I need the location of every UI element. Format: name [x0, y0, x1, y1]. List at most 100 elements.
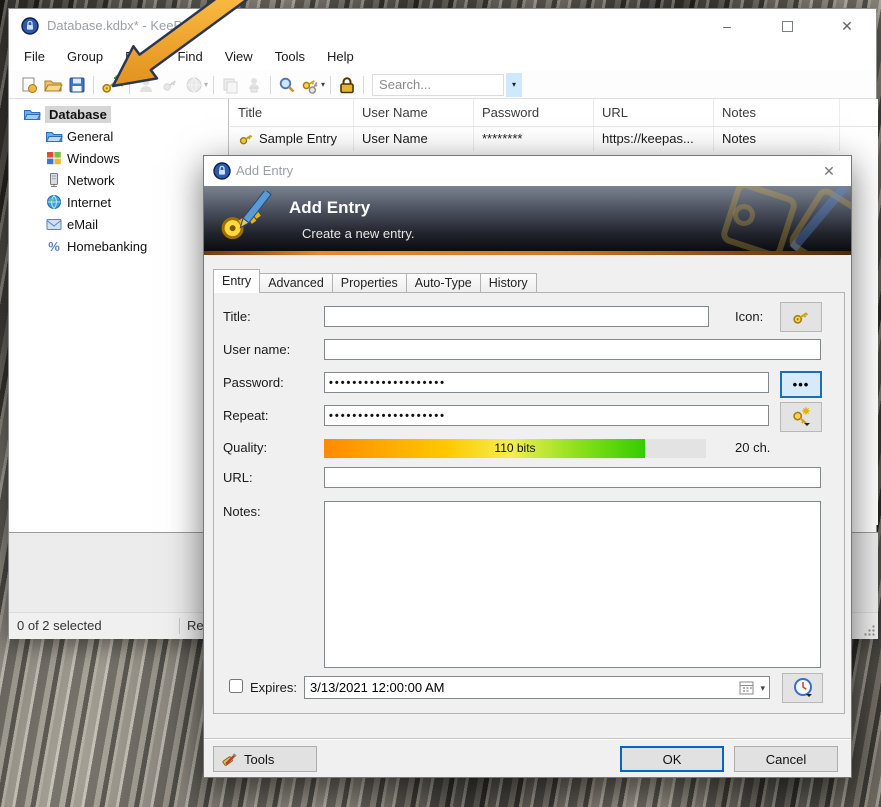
group-tree-panel: Database General Windows Network	[9, 99, 229, 525]
new-database-button[interactable]	[17, 73, 41, 97]
footer-separator	[204, 738, 851, 740]
username-input[interactable]	[324, 339, 821, 360]
expires-date-input[interactable]: 3/13/2021 12:00:00 AM ▾	[304, 676, 770, 699]
toolbar-separator	[330, 76, 331, 94]
lock-workspace-button[interactable]	[335, 73, 359, 97]
tab-history[interactable]: History	[480, 273, 537, 293]
expires-checkbox[interactable]	[229, 679, 243, 693]
add-entry-key-pencil-icon	[216, 191, 274, 247]
keepass-app-icon	[213, 162, 231, 180]
entry-username: User Name	[354, 127, 474, 151]
status-message: Re	[187, 613, 204, 639]
dialog-title: Add Entry	[236, 156, 293, 186]
desktop: Database.kdbx* - KeePass – ✕ File Group …	[0, 0, 881, 807]
expires-date-value: 3/13/2021 12:00:00 AM	[310, 680, 444, 695]
menu-help[interactable]: Help	[316, 43, 365, 71]
entry-password: ********	[474, 127, 594, 151]
column-header-url[interactable]: URL	[594, 99, 714, 126]
column-header-password[interactable]: Password	[474, 99, 594, 126]
password-quality-bar: 110 bits	[324, 439, 706, 458]
tools-button[interactable]: Tools	[213, 746, 317, 772]
quality-bits-label: 110 bits	[324, 439, 706, 458]
folder-open-icon	[23, 105, 41, 123]
quality-label: Quality:	[223, 440, 267, 455]
notes-textarea[interactable]	[324, 501, 821, 668]
expires-label: Expires:	[250, 680, 297, 695]
icon-picker-button[interactable]	[780, 302, 822, 332]
resize-grip-icon[interactable]	[862, 623, 876, 637]
banner-accent-strip	[204, 251, 851, 255]
show-password-toggle[interactable]: •••	[780, 371, 822, 398]
title-input[interactable]	[324, 306, 709, 327]
generate-password-button[interactable]	[780, 402, 822, 432]
percent-icon: %	[45, 237, 63, 255]
title-label: Title:	[223, 309, 251, 324]
table-row[interactable]: Sample Entry User Name ******** https://…	[230, 127, 878, 151]
cancel-button[interactable]: Cancel	[734, 746, 838, 772]
entry-spacer	[840, 127, 878, 151]
sidebar-item-email[interactable]: eMail	[9, 213, 228, 235]
repeat-label: Repeat:	[223, 408, 269, 423]
password-label: Password:	[223, 375, 284, 390]
ok-button[interactable]: OK	[620, 746, 724, 772]
expiry-presets-button[interactable]	[782, 673, 823, 703]
search-input[interactable]	[372, 74, 504, 96]
sidebar-item-label: General	[67, 129, 113, 144]
column-header-title[interactable]: Title	[230, 99, 354, 126]
key-icon	[791, 307, 811, 327]
sidebar-item-label: Network	[67, 173, 115, 188]
key-sources-button[interactable]	[299, 73, 323, 97]
entry-list-header: Title User Name Password URL Notes	[230, 99, 878, 127]
windows-logo-icon	[45, 149, 63, 167]
tools-icon	[222, 751, 238, 767]
sidebar-item-network[interactable]: Network	[9, 169, 228, 191]
entry-notes: Notes	[714, 127, 840, 151]
search-dropdown-button[interactable]: ▾	[506, 73, 522, 97]
tab-advanced[interactable]: Advanced	[259, 273, 333, 293]
computer-icon	[45, 171, 63, 189]
sidebar-item-label: Database	[45, 106, 111, 123]
tab-auto-type[interactable]: Auto-Type	[406, 273, 481, 293]
sidebar-item-label: Windows	[67, 151, 120, 166]
add-entry-dialog: Add Entry ✕ Add Entry Create a new ent	[203, 155, 852, 778]
column-header-username[interactable]: User Name	[354, 99, 474, 126]
date-dropdown-arrow[interactable]: ▾	[760, 676, 765, 700]
selection-status: 0 of 2 selected	[17, 613, 102, 639]
sidebar-item-database[interactable]: Database	[9, 103, 228, 125]
sidebar-item-label: Internet	[67, 195, 111, 210]
dialog-titlebar[interactable]: Add Entry ✕	[204, 156, 851, 186]
entry-tab-page: Title: Icon: User name: Password: ••• Re…	[213, 292, 845, 714]
banner-subtitle: Create a new entry.	[302, 226, 414, 241]
maximize-icon	[782, 21, 793, 32]
close-button[interactable]: ✕	[832, 9, 862, 43]
folder-icon	[45, 127, 63, 145]
status-separator	[179, 618, 180, 634]
sidebar-item-label: Homebanking	[67, 239, 147, 254]
tab-properties[interactable]: Properties	[332, 273, 407, 293]
dialog-close-button[interactable]: ✕	[817, 156, 841, 186]
dialog-banner: Add Entry Create a new entry.	[204, 186, 851, 251]
column-header-spacer	[840, 99, 878, 126]
column-header-notes[interactable]: Notes	[714, 99, 840, 126]
decorative-key-icon	[719, 186, 800, 251]
key-generator-icon	[790, 406, 812, 428]
keepass-app-icon	[21, 17, 39, 35]
dialog-tabs: Entry Advanced Properties Auto-Type Hist…	[213, 271, 536, 293]
tab-entry[interactable]: Entry	[213, 269, 260, 293]
repeat-password-input[interactable]	[324, 405, 769, 426]
sidebar-item-general[interactable]: General	[9, 125, 228, 147]
annotation-arrow	[50, 0, 280, 100]
clock-icon	[791, 676, 815, 700]
maximize-button[interactable]	[772, 9, 802, 43]
key-sources-dropdown-arrow[interactable]: ▾	[321, 73, 325, 97]
toolbar-separator	[363, 76, 364, 94]
entry-url: https://keepas...	[594, 127, 714, 151]
password-input[interactable]	[324, 372, 769, 393]
key-icon	[238, 131, 254, 147]
url-input[interactable]	[324, 467, 821, 488]
username-label: User name:	[223, 342, 290, 357]
sidebar-item-internet[interactable]: Internet	[9, 191, 228, 213]
sidebar-item-homebanking[interactable]: % Homebanking	[9, 235, 228, 257]
sidebar-item-windows[interactable]: Windows	[9, 147, 228, 169]
minimize-button[interactable]: –	[712, 9, 742, 43]
